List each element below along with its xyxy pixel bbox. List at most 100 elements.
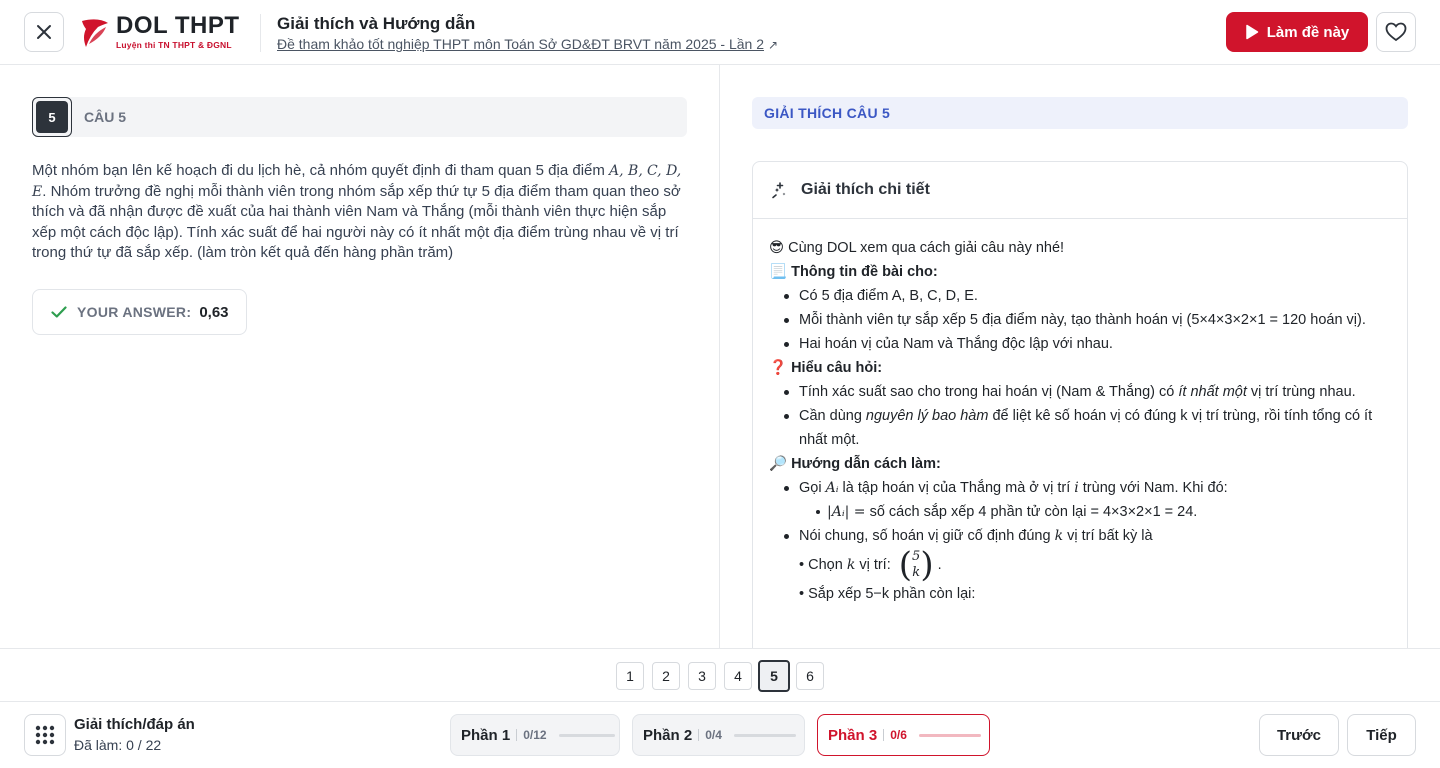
page-button-1[interactable]: 1 <box>616 662 644 690</box>
part-3-tab[interactable]: Phần 3 0/6 <box>817 714 990 756</box>
external-link-icon: ↗ <box>768 38 779 52</box>
text: là tập hoán vị của Thắng mà ở vị trí <box>838 480 1075 496</box>
page-title: Giải thích và Hướng dẫn <box>277 14 476 33</box>
logo[interactable]: DOL THPT Luyện thi TN THPT & ĐGNL <box>80 12 240 52</box>
text: trùng với Nam. Khi đó: <box>1078 480 1228 496</box>
text: vị trí: <box>855 556 895 573</box>
question-text: Một nhóm bạn lên kế hoạch đi du lịch hè,… <box>32 161 682 264</box>
logo-subtitle: Luyện thi TN THPT & ĐGNL <box>116 40 232 50</box>
sub-list: |Aᵢ| = số cách sắp xếp 4 phần tử còn lại… <box>799 500 1391 524</box>
emphasis: nguyên lý bao hàm <box>865 408 989 424</box>
question-header: 5 CÂU 5 <box>32 97 687 137</box>
part-count: 0/12 <box>523 728 547 742</box>
section-given-list: Có 5 địa điểm A, B, C, D, E. Mỗi thành v… <box>769 284 1391 356</box>
page-button-2[interactable]: 2 <box>652 662 680 690</box>
part-2-tab[interactable]: Phần 2 0/4 <box>632 714 805 756</box>
choose-step: • Chọn k vị trí: (5 k). <box>769 548 1391 582</box>
close-button[interactable] <box>24 12 64 52</box>
question-pagination: 1 2 3 4 5 6 <box>0 648 1440 702</box>
text: Cần dùng <box>799 408 866 424</box>
page-button-4[interactable]: 4 <box>724 662 752 690</box>
binom-bottom: k <box>912 565 921 580</box>
footer-progress: Đã làm: 0 / 22 <box>74 737 162 753</box>
text: • Chọn <box>799 556 847 573</box>
part-name: Phần 1 <box>461 726 511 744</box>
text: Nói chung, số hoán vị giữ cố định đúng <box>799 528 1055 544</box>
heart-icon <box>1385 22 1407 42</box>
list-item: Tính xác suất sao cho trong hai hoán vị … <box>781 380 1391 404</box>
exam-link-text: Đề tham khảo tốt nghiệp THPT môn Toán Sở… <box>277 36 764 52</box>
part-name: Phần 2 <box>643 726 693 744</box>
list-item: Mỗi thành viên tự sắp xếp 5 địa điểm này… <box>781 308 1391 332</box>
your-answer-label: YOUR ANSWER: <box>77 304 192 320</box>
text: . <box>937 556 942 573</box>
part-count: 0/6 <box>890 728 907 742</box>
section-guide-title: 🔎 Hướng dẫn cách làm: <box>769 456 941 472</box>
list-item: Gọi Aᵢ là tập hoán vị của Thắng mà ở vị … <box>781 476 1391 524</box>
question-number-badge: 5 <box>32 97 72 137</box>
question-panel: 5 CÂU 5 Một nhóm bạn lên kế hoạch đi du … <box>0 65 720 648</box>
question-label: CÂU 5 <box>84 109 127 125</box>
page-button-3[interactable]: 3 <box>688 662 716 690</box>
previous-button[interactable]: Trước <box>1259 714 1339 756</box>
footer: Giải thích/đáp án Đã làm: 0 / 22 Phần 1 … <box>0 702 1440 768</box>
text: vị trí bất kỳ là <box>1063 528 1153 544</box>
section-guide-list: Gọi Aᵢ là tập hoán vị của Thắng mà ở vị … <box>769 476 1391 548</box>
close-icon <box>37 25 51 39</box>
explanation-panel[interactable]: GIẢI THÍCH CÂU 5 Giải thích chi tiết 😎 C… <box>721 65 1440 648</box>
section-understand-title: ❓ Hiểu câu hỏi: <box>769 360 883 376</box>
do-exam-button[interactable]: Làm đề này <box>1226 12 1368 52</box>
sparkle-icon <box>772 182 786 199</box>
text: vị trí trùng nhau. <box>1246 384 1356 400</box>
page-button-6[interactable]: 6 <box>796 662 824 690</box>
section-understand-list: Tính xác suất sao cho trong hai hoán vị … <box>769 380 1391 452</box>
math-expression: |Aᵢ| = <box>827 504 866 520</box>
text: Gọi <box>799 480 826 496</box>
question-math-places-1: A, B, <box>609 163 643 179</box>
your-answer-box: YOUR ANSWER: 0,63 <box>32 289 247 335</box>
math-expression: Aᵢ <box>825 480 839 496</box>
exam-link[interactable]: Đề tham khảo tốt nghiệp THPT môn Toán Sở… <box>277 36 778 52</box>
explanation-intro: 😎 Cùng DOL xem qua cách giải câu này nhé… <box>769 240 1065 256</box>
your-answer-value: 0,63 <box>199 303 229 321</box>
question-text-part1: Một nhóm bạn lên kế hoạch đi du lịch hè,… <box>32 162 605 179</box>
grid-icon <box>35 725 55 745</box>
question-grid-button[interactable] <box>24 714 66 756</box>
question-text-part2: . Nhóm trưởng đề nghị mỗi thành viên tro… <box>32 182 681 262</box>
page-button-5[interactable]: 5 <box>758 660 790 692</box>
favorite-button[interactable] <box>1376 12 1416 52</box>
footer-title: Giải thích/đáp án <box>74 716 195 733</box>
math-expression: k <box>1054 528 1064 544</box>
explanation-card: Giải thích chi tiết 😎 Cùng DOL xem qua c… <box>752 161 1408 648</box>
binomial-coefficient: (5 k) <box>898 545 934 585</box>
list-item: Nói chung, số hoán vị giữ cố định đúng k… <box>781 524 1391 548</box>
part-name: Phần 3 <box>828 726 878 744</box>
list-item: |Aᵢ| = số cách sắp xếp 4 phần tử còn lại… <box>813 500 1391 524</box>
list-item: Có 5 địa điểm A, B, C, D, E. <box>781 284 1391 308</box>
part-1-tab[interactable]: Phần 1 0/12 <box>450 714 620 756</box>
do-exam-label: Làm đề này <box>1266 23 1350 41</box>
list-item: Cần dùng nguyên lý bao hàm để liệt kê số… <box>781 404 1391 452</box>
arrange-step: • Sắp xếp 5−k phần còn lại: <box>799 586 976 602</box>
text: số cách sắp xếp 4 phần tử còn lại = 4×3×… <box>865 504 1198 520</box>
next-button[interactable]: Tiếp <box>1347 714 1416 756</box>
explanation-card-title: Giải thích chi tiết <box>801 181 930 198</box>
explanation-card-header: Giải thích chi tiết <box>753 162 1407 219</box>
header: DOL THPT Luyện thi TN THPT & ĐGNL Giải t… <box>0 0 1440 65</box>
logo-icon <box>82 19 108 47</box>
header-divider <box>260 14 261 52</box>
part-separator <box>516 729 518 741</box>
part-separator <box>698 729 700 741</box>
play-icon <box>1245 24 1258 40</box>
check-icon <box>51 306 67 318</box>
explanation-header: GIẢI THÍCH CÂU 5 <box>752 97 1408 129</box>
section-given-title: 📃 Thông tin đề bài cho: <box>769 264 938 280</box>
text: Tính xác suất sao cho trong hai hoán vị … <box>799 384 1179 400</box>
part-progress-bar <box>558 733 615 737</box>
emphasis: ít nhất một <box>1178 384 1247 400</box>
part-progress-bar <box>918 733 981 737</box>
part-separator <box>883 729 885 741</box>
explanation-body: 😎 Cùng DOL xem qua cách giải câu này nhé… <box>753 219 1407 606</box>
binom-top: 5 <box>912 549 921 564</box>
part-count: 0/4 <box>705 728 722 742</box>
